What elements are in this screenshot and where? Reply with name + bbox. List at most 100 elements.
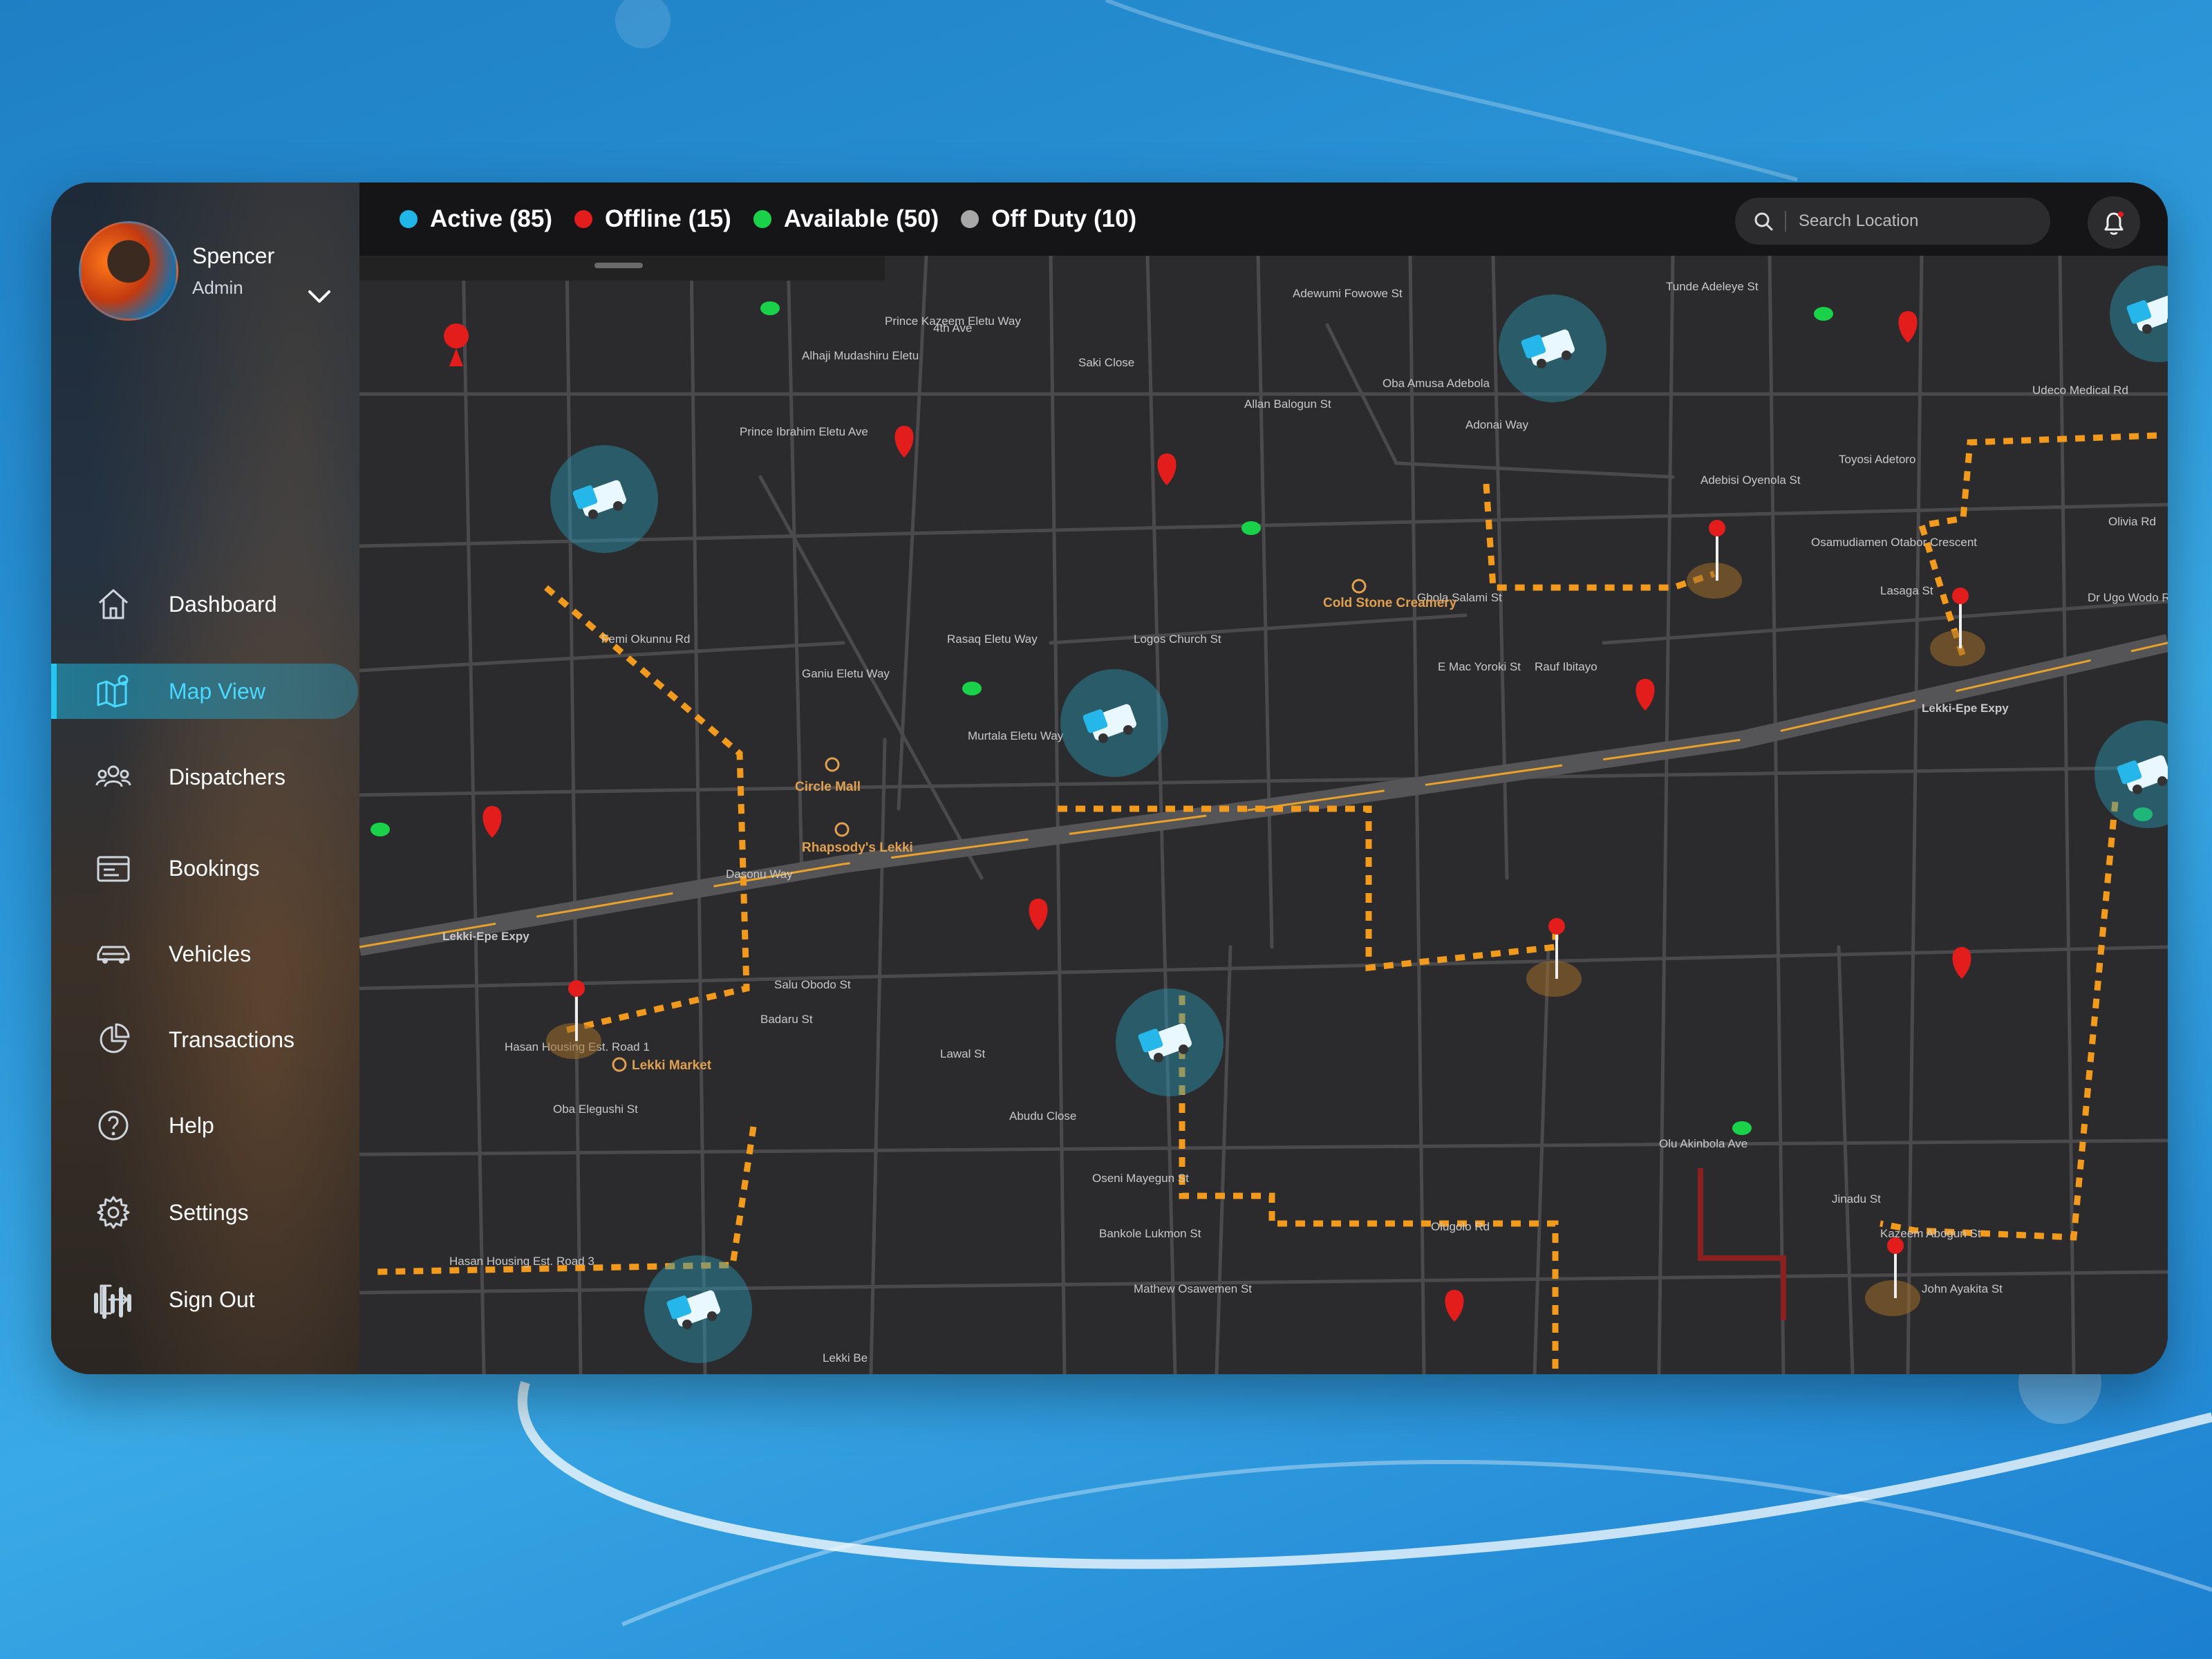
sidebar: Spencer Admin Dashboard Map View Dispatc… bbox=[51, 182, 359, 1374]
available-marker[interactable] bbox=[1732, 1121, 1752, 1135]
street-label: Jinadu St bbox=[1832, 1192, 1881, 1206]
street-label: Saki Close bbox=[1078, 356, 1134, 369]
map-view[interactable]: Tunde Adeleye St Oba Amusa Adebola Adona… bbox=[359, 256, 2168, 1374]
legend-label: Offline (15) bbox=[605, 205, 731, 232]
street-label: Logos Church St bbox=[1134, 632, 1221, 646]
street-label: Oba Elegushi St bbox=[553, 1103, 638, 1116]
user-name: Spencer bbox=[192, 243, 275, 268]
street-label: Dasonu Way bbox=[726, 868, 793, 881]
off-duty-marker[interactable] bbox=[1526, 918, 1582, 997]
nav-label: Sign Out bbox=[169, 1286, 255, 1312]
user-role: Admin bbox=[192, 277, 243, 298]
offline-pin-icon[interactable] bbox=[894, 426, 914, 458]
map-status-bar: Active (85) Offline (15) Available (50) … bbox=[359, 182, 2168, 256]
street-label: Salu Obodo St bbox=[774, 978, 851, 991]
street-label: Oseni Mayegun St bbox=[1092, 1172, 1189, 1185]
street-label: Adewumi Fowowe St bbox=[1293, 287, 1403, 300]
status-dot bbox=[753, 210, 771, 228]
street-label: Lawal St bbox=[940, 1047, 985, 1060]
nav-dashboard[interactable]: Dashboard bbox=[51, 577, 359, 632]
offline-pin-icon[interactable] bbox=[1635, 679, 1655, 711]
street-label: Olu Akinbola Ave bbox=[1659, 1137, 1747, 1150]
street-label: Bankole Lukmon St bbox=[1099, 1227, 1201, 1240]
available-marker[interactable] bbox=[1814, 307, 1833, 321]
street-label: Adonai Way bbox=[1465, 418, 1529, 431]
place-label: Circle Mall bbox=[795, 780, 861, 794]
offline-pin-icon[interactable] bbox=[1445, 1290, 1464, 1322]
bell-icon bbox=[2104, 212, 2124, 235]
street-label: Adebisi Oyenola St bbox=[1700, 474, 1801, 487]
active-van-marker[interactable] bbox=[2110, 265, 2168, 362]
chevron-down-icon[interactable] bbox=[306, 286, 333, 307]
map-canvas[interactable]: Tunde Adeleye St Oba Amusa Adebola Adona… bbox=[359, 256, 2168, 1374]
street-label: Hasan Housing Est. Road 3 bbox=[449, 1255, 594, 1268]
street-label: Toyosi Adetoro bbox=[1839, 453, 1916, 466]
app-window: Spencer Admin Dashboard Map View Dispatc… bbox=[51, 182, 2168, 1374]
street-label: Femi Okunnu Rd bbox=[601, 632, 691, 646]
map-icon bbox=[94, 672, 133, 711]
offline-pin-icon[interactable] bbox=[1898, 311, 1918, 343]
available-marker[interactable] bbox=[1241, 521, 1261, 535]
available-marker[interactable] bbox=[760, 301, 780, 315]
street-label: Lekki-Epe Expy bbox=[442, 930, 529, 943]
active-van-marker[interactable] bbox=[2094, 720, 2168, 828]
available-marker[interactable] bbox=[962, 682, 982, 695]
offline-pin-icon[interactable] bbox=[1157, 453, 1177, 485]
legend-off-duty[interactable]: Off Duty (10) bbox=[961, 205, 1136, 233]
drag-handle[interactable] bbox=[594, 263, 643, 268]
street-label: Murtala Eletu Way bbox=[968, 729, 1064, 742]
search-location-input[interactable] bbox=[1799, 212, 2034, 231]
highway-traffic bbox=[359, 641, 2168, 948]
map-drag-bar[interactable] bbox=[359, 256, 885, 281]
search-icon bbox=[1754, 212, 1773, 231]
notification-button[interactable] bbox=[2088, 196, 2140, 249]
street-label: E Mac Yoroki St bbox=[1438, 660, 1521, 673]
nav-label: Vehicles bbox=[169, 941, 252, 966]
sidebar-nav: Dashboard Map View Dispatchers Bookings … bbox=[51, 577, 359, 1327]
active-van-marker[interactable] bbox=[1499, 294, 1606, 402]
place-label: Lekki Market bbox=[632, 1058, 712, 1073]
street-label: John Ayakita St bbox=[1922, 1282, 2003, 1295]
place-label: Cold Stone Creamery bbox=[1323, 596, 1457, 610]
street-label: Oba Amusa Adebola bbox=[1382, 377, 1490, 390]
user-profile[interactable]: Spencer Admin bbox=[79, 221, 341, 321]
nav-label: Map View bbox=[169, 678, 265, 704]
street-label: Lekki Be bbox=[823, 1351, 868, 1365]
street-label: Dr Ugo Wodo Rd bbox=[2088, 591, 2168, 604]
nav-label: Help bbox=[169, 1112, 214, 1138]
nav-label: Dispatchers bbox=[169, 764, 285, 789]
nav-bookings[interactable]: Bookings bbox=[51, 841, 359, 896]
help-icon bbox=[94, 1106, 133, 1145]
nav-vehicles[interactable]: Vehicles bbox=[51, 926, 359, 982]
street-label: Rauf Ibitayo bbox=[1535, 660, 1597, 673]
place-label: Rhapsody's Lekki bbox=[802, 841, 913, 855]
legend-label: Active (85) bbox=[430, 205, 553, 232]
off-duty-marker[interactable] bbox=[1687, 520, 1742, 599]
off-duty-marker[interactable] bbox=[546, 980, 601, 1059]
active-van-marker[interactable] bbox=[550, 445, 658, 553]
active-van-marker[interactable] bbox=[644, 1255, 752, 1363]
booking-card-icon bbox=[94, 849, 133, 888]
legend-available[interactable]: Available (50) bbox=[753, 205, 939, 233]
street-label: Olugolo Rd bbox=[1431, 1220, 1490, 1233]
offline-pin-icon[interactable] bbox=[1952, 947, 1971, 979]
legend-offline[interactable]: Offline (15) bbox=[574, 205, 731, 233]
nav-settings[interactable]: Settings bbox=[51, 1185, 359, 1240]
off-duty-marker[interactable] bbox=[1930, 588, 1985, 666]
offline-pin-icon[interactable] bbox=[1029, 899, 1048, 930]
legend-active[interactable]: Active (85) bbox=[400, 205, 552, 233]
active-van-marker[interactable] bbox=[1060, 669, 1168, 777]
nav-help[interactable]: Help bbox=[51, 1098, 359, 1153]
legend-label: Available (50) bbox=[783, 205, 939, 232]
nav-label: Dashboard bbox=[169, 591, 277, 617]
offline-pin-icon[interactable] bbox=[482, 806, 502, 838]
nav-map-view[interactable]: Map View bbox=[51, 664, 358, 719]
nav-transactions[interactable]: Transactions bbox=[51, 1012, 359, 1067]
active-van-marker[interactable] bbox=[1116, 988, 1224, 1096]
car-icon bbox=[94, 935, 133, 973]
gear-icon bbox=[94, 1193, 133, 1232]
available-marker[interactable] bbox=[371, 823, 390, 836]
nav-dispatchers[interactable]: Dispatchers bbox=[51, 749, 359, 805]
street-label: Allan Balogun St bbox=[1244, 397, 1331, 411]
street-label: Ganiu Eletu Way bbox=[802, 667, 890, 680]
